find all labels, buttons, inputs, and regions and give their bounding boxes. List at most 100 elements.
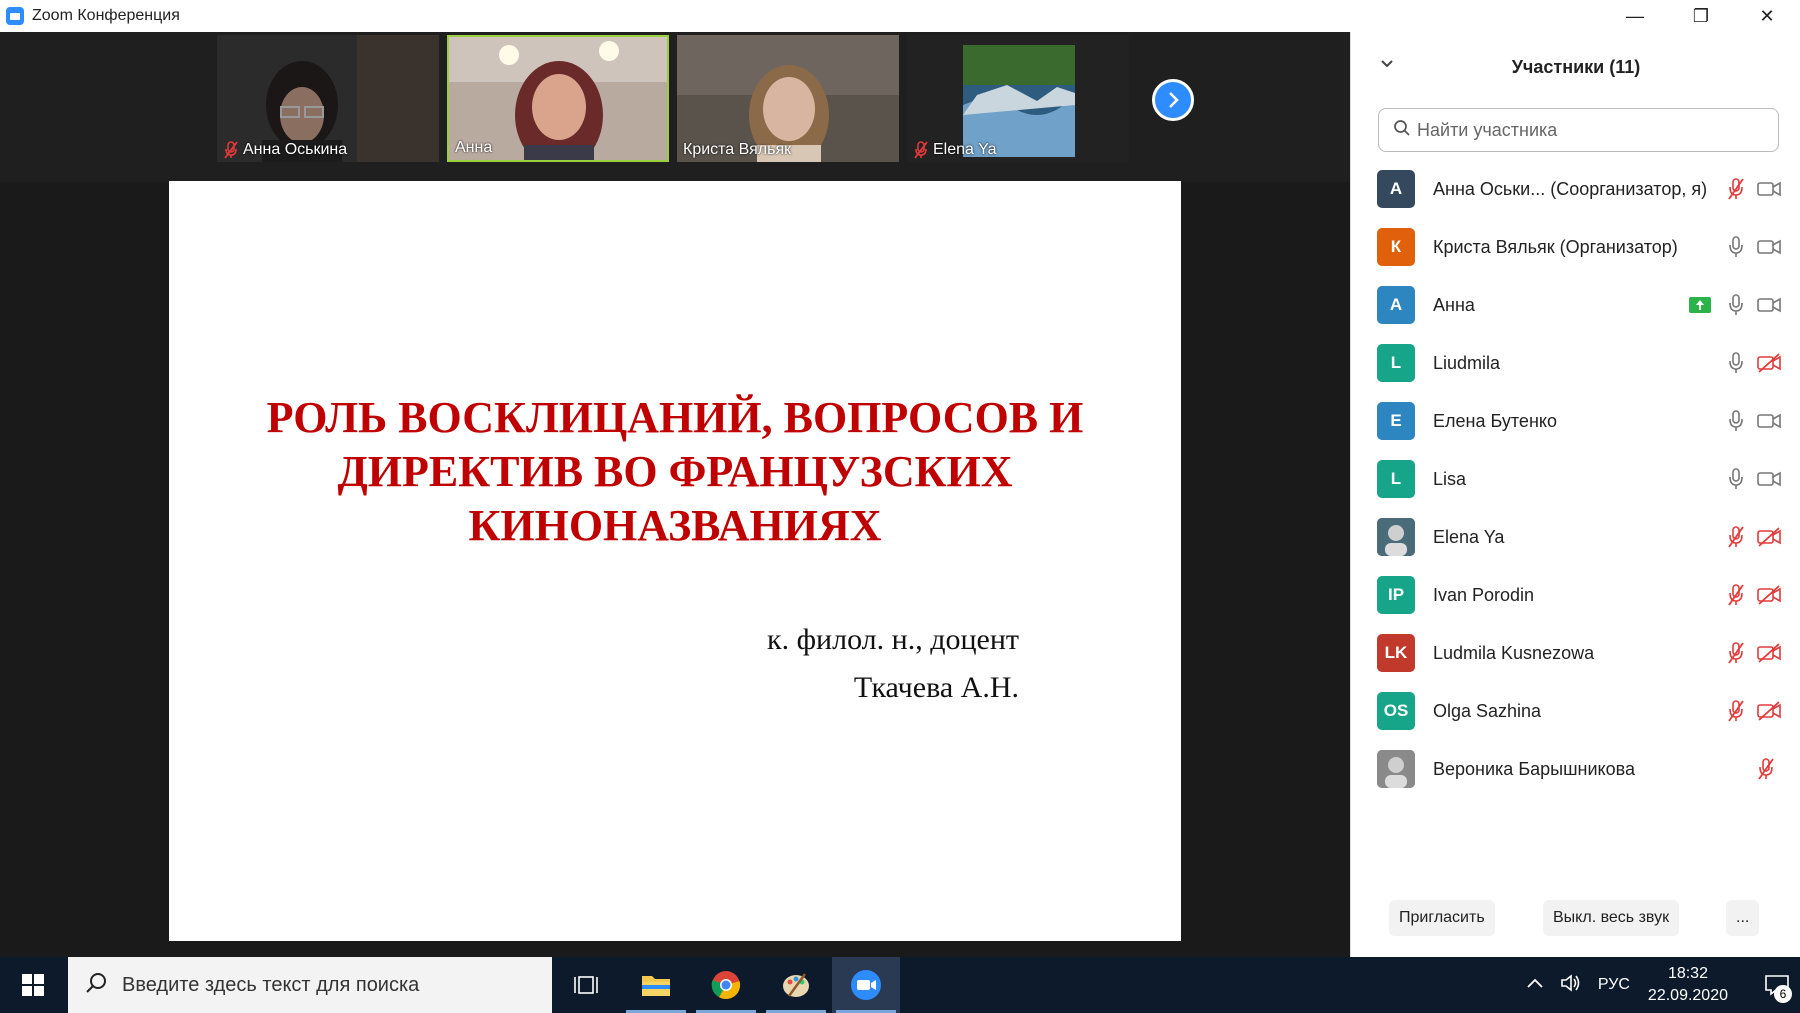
video-thumbnail[interactable]: Криста Вяльяк (677, 35, 899, 162)
avatar-initials: L (1390, 469, 1402, 488)
mic-muted-icon[interactable] (1726, 583, 1746, 607)
palette-icon (783, 973, 809, 997)
screen-share-icon (1689, 297, 1711, 313)
video-thumbnail[interactable]: Анна Оськина (217, 35, 439, 162)
participant-row[interactable]: Elena Ya (1351, 509, 1800, 567)
windows-taskbar: Введите здесь текст для поиска РУС 18:32… (0, 957, 1800, 1013)
search-icon (1393, 119, 1411, 142)
camera-off-icon[interactable] (1756, 643, 1782, 663)
participant-row[interactable]: Вероника Барышникова (1351, 741, 1800, 799)
start-button[interactable] (0, 957, 66, 1013)
volume-icon[interactable] (1560, 973, 1582, 998)
mic-muted-icon[interactable] (1726, 525, 1746, 549)
chevron-up-icon[interactable] (1526, 976, 1544, 994)
video-thumbnail[interactable]: Elena Ya (907, 35, 1129, 162)
slide-title-line: ДИРЕКТИВ ВО ФРАНЦУЗСКИХ (337, 447, 1013, 496)
camera-icon[interactable] (1756, 411, 1782, 431)
camera-icon[interactable] (1756, 295, 1782, 315)
participant-row[interactable]: Е Елена Бутенко (1351, 393, 1800, 451)
mic-muted-icon[interactable] (1756, 757, 1776, 781)
task-view-button[interactable] (552, 957, 620, 1013)
next-page-button[interactable] (1152, 79, 1194, 121)
participant-name: Ivan Porodin (1433, 585, 1535, 605)
thumbnail-name: Анна (455, 139, 493, 156)
camera-icon[interactable] (1756, 469, 1782, 489)
chrome-button[interactable] (692, 957, 760, 1013)
zoom-taskbar-button[interactable] (832, 957, 900, 1013)
slide-title-line: РОЛЬ ВОСКЛИЦАНИЙ, ВОПРОСОВ И (266, 393, 1084, 442)
thumbnail-label: Анна (455, 139, 492, 157)
thumbnail-label: Криста Вяльяк (683, 141, 791, 159)
mic-icon[interactable] (1726, 293, 1746, 317)
window-controls: — ❐ ✕ (1602, 0, 1800, 32)
panel-title: Участники (11) (1511, 56, 1641, 77)
paint-button[interactable] (762, 957, 830, 1013)
avatar-initials: OS (1383, 701, 1409, 720)
zoom-app: Zoom Конференция — ❐ ✕ Анна Оськина Анна… (0, 0, 1800, 1013)
mic-icon[interactable] (1726, 235, 1746, 259)
video-thumbnail-active[interactable]: Анна (447, 35, 669, 162)
participant-name: Елена Бутенко (1433, 411, 1557, 431)
participant-avatar: L (1377, 460, 1415, 498)
mic-muted-icon[interactable] (1726, 699, 1746, 723)
folder-icon (642, 976, 670, 996)
camera-icon[interactable] (1756, 179, 1782, 199)
more-button[interactable]: ... (1726, 900, 1760, 936)
mute-all-button[interactable]: Выкл. весь звук (1543, 900, 1680, 936)
slide-title: РОЛЬ ВОСКЛИЦАНИЙ, ВОПРОСОВ И ДИРЕКТИВ ВО… (209, 391, 1141, 553)
thumbnail-name: Elena Ya (933, 141, 997, 158)
notification-center-button[interactable]: 6 (1754, 957, 1800, 1013)
participant-row[interactable]: LK Ludmila Kusnezowa (1351, 625, 1800, 683)
panel-footer: Пригласить Выкл. весь звук ... (1351, 900, 1800, 940)
taskbar-search[interactable]: Введите здесь текст для поиска (68, 957, 552, 1013)
thumbnail-name: Анна Оськина (243, 141, 348, 158)
search-icon (84, 971, 108, 1000)
restore-button[interactable]: ❐ (1668, 0, 1734, 32)
participant-name: Анна (1433, 295, 1475, 315)
thumbnail-name: Криста Вяльяк (683, 141, 792, 158)
invite-button[interactable]: Пригласить (1389, 900, 1495, 936)
mic-muted-icon[interactable] (1726, 177, 1746, 201)
minimize-button[interactable]: — (1602, 0, 1668, 32)
mic-icon[interactable] (1726, 467, 1746, 491)
shared-screen-slide: РОЛЬ ВОСКЛИЦАНИЙ, ВОПРОСОВ И ДИРЕКТИВ ВО… (169, 181, 1181, 941)
participant-name: Olga Sazhina (1433, 701, 1542, 721)
camera-off-icon[interactable] (1756, 527, 1782, 547)
camera-off-icon[interactable] (1756, 701, 1782, 721)
chevron-down-icon[interactable] (1379, 56, 1395, 77)
participant-search[interactable] (1378, 108, 1779, 152)
slide-author: к. филол. н., доцент Ткачева А.Н. (767, 616, 1019, 712)
participant-row[interactable]: А Анна Оськи... (Соорганизатор, я) (1351, 161, 1800, 219)
title-bar: Zoom Конференция — ❐ ✕ (0, 0, 1800, 32)
mic-muted-icon (913, 141, 929, 159)
participant-row[interactable]: L Liudmila (1351, 335, 1800, 393)
panel-header: Участники (11) (1351, 52, 1800, 82)
camera-icon[interactable] (1756, 237, 1782, 257)
slide-author-line: Ткачева А.Н. (853, 671, 1019, 704)
language-indicator[interactable]: РУС (1598, 976, 1630, 994)
notification-count: 6 (1774, 985, 1792, 1003)
participant-name: Ludmila Kusnezowa (1433, 643, 1595, 663)
mic-icon[interactable] (1726, 351, 1746, 375)
zoom-icon (851, 970, 881, 1000)
thumbnail-label: Анна Оськина (223, 141, 347, 159)
camera-off-icon[interactable] (1756, 585, 1782, 605)
taskbar-search-text: Введите здесь текст для поиска (122, 973, 420, 996)
file-explorer-button[interactable] (622, 957, 690, 1013)
mic-icon[interactable] (1726, 409, 1746, 433)
clock[interactable]: 18:32 22.09.2020 (1648, 963, 1728, 1007)
mic-muted-icon[interactable] (1726, 641, 1746, 665)
participant-row[interactable]: L Lisa (1351, 451, 1800, 509)
close-button[interactable]: ✕ (1734, 0, 1800, 32)
chevron-right-icon (1169, 92, 1179, 108)
participant-row[interactable]: К Криста Вяльяк (Организатор) (1351, 219, 1800, 277)
avatar-initials: Е (1390, 411, 1402, 430)
participant-row[interactable]: OS Olga Sazhina (1351, 683, 1800, 741)
search-input[interactable] (1417, 119, 1757, 141)
slide-title-line: КИНОНАЗВАНИЯХ (468, 501, 882, 550)
participant-row[interactable]: IP Ivan Porodin (1351, 567, 1800, 625)
camera-off-icon[interactable] (1756, 353, 1782, 373)
window-title: Zoom Конференция (32, 7, 180, 24)
video-thumbnail-strip: Анна Оськина Анна Криста Вяльяк Elena Ya (0, 32, 1350, 182)
participant-row[interactable]: А Анна (1351, 277, 1800, 335)
